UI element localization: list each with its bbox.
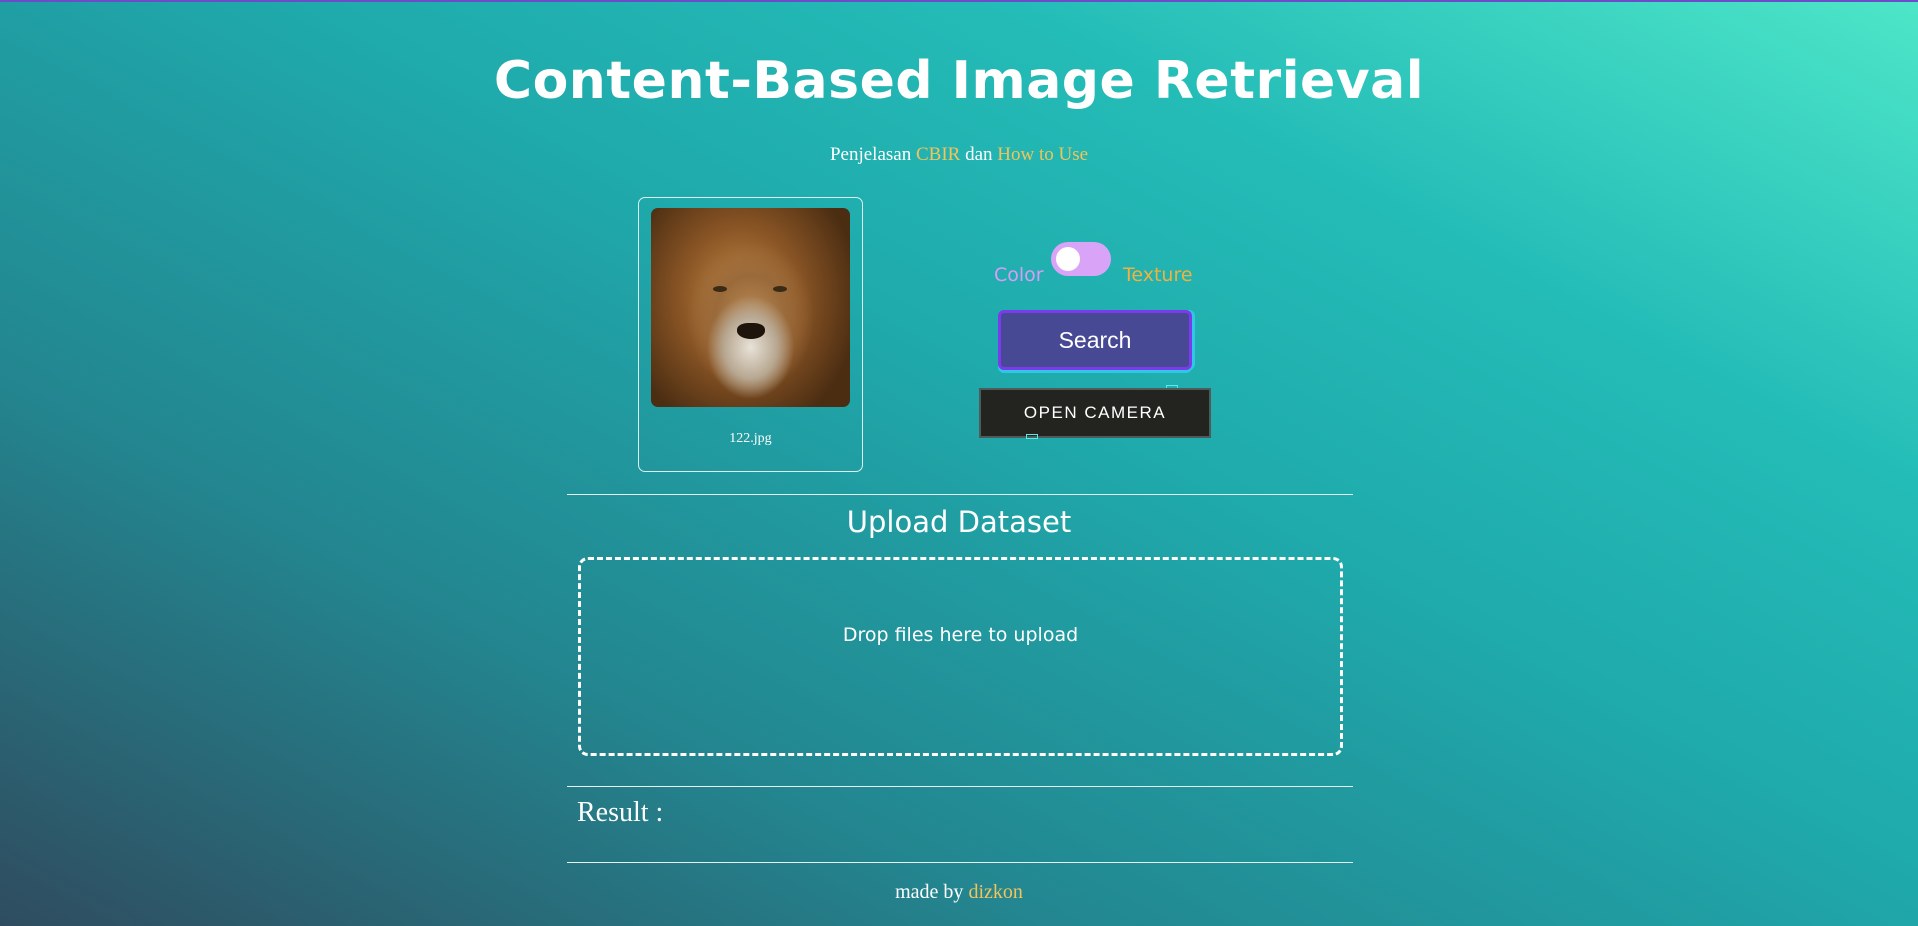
divider-bottom <box>567 862 1353 863</box>
upload-dataset-title: Upload Dataset <box>846 505 1072 539</box>
result-label: Result : <box>577 797 664 828</box>
subtitle: Penjelasan CBIR dan How to Use <box>0 144 1918 166</box>
color-texture-toggle[interactable] <box>1051 242 1111 276</box>
texture-mode-label: Texture <box>1123 264 1193 286</box>
query-image-card: 122.jpg <box>638 197 863 472</box>
subtitle-conjunction: dan <box>965 144 993 165</box>
subtitle-intro: Penjelasan <box>829 144 912 165</box>
search-button[interactable]: Search <box>998 310 1192 370</box>
open-camera-button[interactable]: OPEN CAMERA <box>979 388 1211 438</box>
how-to-use-link[interactable]: How to Use <box>997 144 1088 165</box>
footer-prefix: made by <box>895 881 964 903</box>
lion-nose <box>737 323 765 339</box>
divider-middle <box>567 786 1353 787</box>
query-image-preview <box>651 208 850 407</box>
upload-dropzone[interactable]: Drop files here to upload <box>578 557 1343 756</box>
toggle-knob <box>1056 247 1080 271</box>
footer: made by dizkon <box>0 881 1918 904</box>
divider-top <box>567 494 1353 495</box>
color-mode-label: Color <box>994 264 1044 286</box>
top-accent-line <box>0 0 1918 2</box>
query-image-filename: 122.jpg <box>729 431 772 446</box>
author-link[interactable]: dizkon <box>968 881 1022 903</box>
lion-eye-left <box>713 286 727 292</box>
resize-marker-bottom <box>1026 434 1038 439</box>
page-title: Content-Based Image Retrieval <box>493 51 1425 111</box>
lion-eye-right <box>773 286 787 292</box>
dropzone-message: Drop files here to upload <box>842 624 1079 646</box>
cbir-link[interactable]: CBIR <box>916 144 960 165</box>
